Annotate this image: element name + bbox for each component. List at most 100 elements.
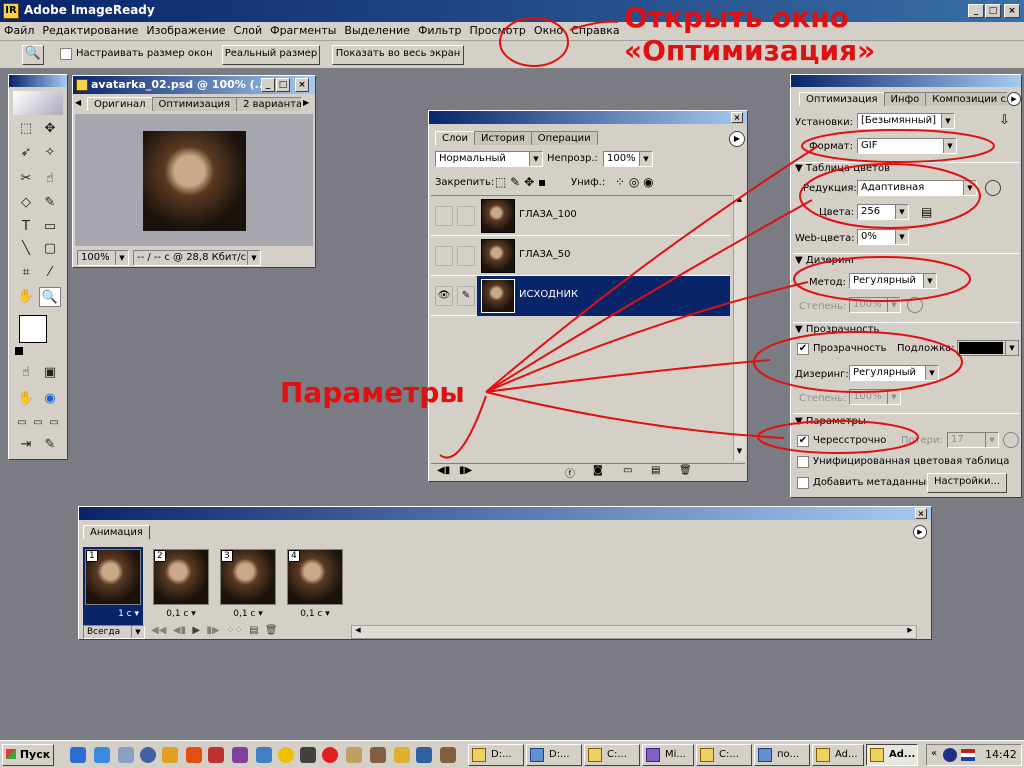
link-toggle[interactable] — [457, 206, 475, 226]
lock-transparency-icon[interactable]: ⬚ — [495, 175, 506, 189]
opacity-field[interactable]: 100% ▼ — [603, 151, 653, 167]
animation-frame[interactable]: 3 0,1 с ▾ — [218, 547, 278, 625]
start-button[interactable]: Пуск — [2, 744, 54, 766]
frame-delay[interactable]: 0,1 с ▾ — [285, 609, 345, 619]
colors-select[interactable]: 256 ▼ — [857, 204, 909, 220]
marquee-tool-icon[interactable]: ⬚ — [15, 119, 37, 139]
tab-optimize[interactable]: Оптимизация — [799, 92, 885, 106]
task-button[interactable]: C:... — [584, 744, 640, 766]
droplet-icon[interactable]: ⇩ — [999, 113, 1010, 128]
menu-filter[interactable]: Фильтр — [414, 22, 466, 39]
outlook-icon[interactable] — [94, 747, 110, 763]
format-select[interactable]: GIF ▼ — [857, 138, 957, 154]
settings-button[interactable]: Настройки... — [927, 473, 1007, 493]
line-tool-icon[interactable]: ╲ — [15, 239, 37, 259]
next-frame-icon[interactable]: ▮▶ — [206, 625, 219, 636]
screen-mode-full-icon[interactable]: ▭ — [43, 413, 65, 433]
visibility-toggle[interactable] — [435, 206, 453, 226]
fit-screen-button[interactable]: Показать во весь экран — [332, 45, 464, 65]
app-icon[interactable] — [300, 747, 316, 763]
app-icon[interactable] — [394, 747, 410, 763]
layers-scrollbar[interactable]: ▲ ▼ — [733, 195, 745, 461]
scroll-down-icon[interactable]: ▼ — [734, 447, 745, 459]
web-colors-select[interactable]: 0% ▼ — [857, 229, 909, 245]
crop-tool-icon[interactable]: ⌗ — [15, 263, 37, 283]
doc-maximize-button[interactable]: □ — [276, 78, 290, 92]
tab-history[interactable]: История — [474, 131, 532, 145]
rollover-preview-icon[interactable]: ✋ — [15, 389, 37, 409]
unify-style-icon[interactable]: ◉ — [643, 175, 653, 189]
hand-tool-icon[interactable]: ✋ — [15, 287, 37, 307]
doc-close-button[interactable]: × — [295, 78, 309, 92]
animation-frame[interactable]: 2 0,1 с ▾ — [151, 547, 211, 625]
tab-actions[interactable]: Операции — [530, 131, 598, 145]
add-mask-icon[interactable]: ◙ — [593, 465, 603, 476]
layer-row-selected[interactable]: 👁 ✎ ИСХОДНИК — [431, 276, 730, 316]
menu-help[interactable]: Справка — [567, 22, 623, 39]
lock-all-icon[interactable]: ▪ — [538, 175, 546, 189]
task-button[interactable]: C:... — [696, 744, 752, 766]
menu-window[interactable]: Окно — [530, 22, 567, 39]
task-button[interactable]: D:... — [526, 744, 582, 766]
task-button[interactable]: по... — [754, 744, 810, 766]
animation-frame[interactable]: 4 0,1 с ▾ — [285, 547, 345, 625]
transparency-checkbox[interactable]: ✔ — [797, 343, 809, 355]
app-title-bar[interactable]: IR Adobe ImageReady _ □ × — [0, 0, 1024, 22]
image-map-icon[interactable]: ▣ — [39, 363, 61, 383]
tab-original[interactable]: Оригинал — [87, 97, 153, 111]
frame-delay[interactable]: 1 с ▾ — [83, 609, 143, 619]
interlaced-checkbox[interactable]: ✔ — [797, 435, 809, 447]
transparency-section[interactable]: ▼ Прозрачность — [795, 324, 879, 335]
task-button[interactable]: Mi... — [642, 744, 694, 766]
shape-tool-icon[interactable]: ▢ — [39, 239, 61, 259]
animation-panel-title-bar[interactable] — [79, 507, 931, 520]
zoom-tool-icon[interactable]: 🔍 — [22, 45, 44, 65]
app-icon[interactable] — [278, 747, 294, 763]
ie-icon[interactable] — [70, 747, 86, 763]
duplicate-frame-icon[interactable]: ▤ — [249, 625, 258, 636]
menu-view[interactable]: Просмотр — [465, 22, 529, 39]
winrar-icon[interactable] — [232, 747, 248, 763]
play-icon[interactable]: ▶ — [192, 625, 200, 636]
resize-windows-checkbox[interactable] — [60, 48, 72, 60]
app-icon[interactable] — [416, 747, 432, 763]
preview-browser-icon[interactable]: ◉ — [39, 389, 61, 409]
layer-style-icon[interactable]: ⓕ — [565, 465, 575, 480]
menu-layer[interactable]: Слой — [230, 22, 267, 39]
tab-animation[interactable]: Анимация — [83, 525, 150, 539]
eyedropper-icon[interactable]: ⁄ — [39, 263, 61, 283]
zoom-icon[interactable]: 🔍 — [39, 287, 61, 307]
text-tool-icon[interactable]: T — [15, 217, 37, 237]
settings-select[interactable]: [Безымянный] ▼ — [857, 113, 955, 129]
tray-app-icon[interactable] — [943, 748, 957, 762]
toggle-slices-icon[interactable]: ☝ — [15, 363, 37, 383]
app-icon[interactable] — [162, 747, 178, 763]
document-canvas[interactable] — [75, 114, 313, 246]
app-icon[interactable] — [440, 747, 456, 763]
toolbox-title-bar[interactable] — [9, 75, 67, 87]
menu-image[interactable]: Изображение — [142, 22, 229, 39]
task-button-active[interactable]: Ad... — [866, 744, 918, 766]
opera-icon[interactable] — [322, 747, 338, 763]
doc-minimize-button[interactable]: _ — [261, 78, 275, 92]
app-icon[interactable] — [370, 747, 386, 763]
unify-visibility-icon[interactable]: ◎ — [629, 175, 639, 189]
previous-frame-icon[interactable]: ◀▮ — [173, 625, 186, 636]
lasso-tool-icon[interactable]: ➶ — [15, 143, 37, 163]
frame-delay[interactable]: 0,1 с ▾ — [218, 609, 278, 619]
brush-icon[interactable]: ✎ — [457, 286, 475, 306]
animation-close-button[interactable]: × — [915, 508, 927, 519]
unified-color-table-checkbox[interactable] — [797, 456, 809, 468]
scroll-right-icon[interactable]: ▶ — [904, 626, 916, 638]
link-toggle[interactable] — [457, 246, 475, 266]
magic-wand-icon[interactable]: ✧ — [39, 143, 61, 163]
animation-frame-selected[interactable]: 1 1 с ▾ — [83, 547, 143, 625]
color-table-section[interactable]: ▼ Таблица цветов — [795, 163, 890, 174]
tab-info[interactable]: Инфо — [883, 92, 927, 106]
menu-slices[interactable]: Фрагменты — [266, 22, 340, 39]
media-icon[interactable] — [140, 747, 156, 763]
task-button[interactable]: Ad... — [812, 744, 864, 766]
menu-edit[interactable]: Редактирование — [38, 22, 142, 39]
loop-select[interactable]: Всегда ▼ — [83, 625, 145, 639]
minimize-button[interactable]: _ — [968, 4, 984, 18]
